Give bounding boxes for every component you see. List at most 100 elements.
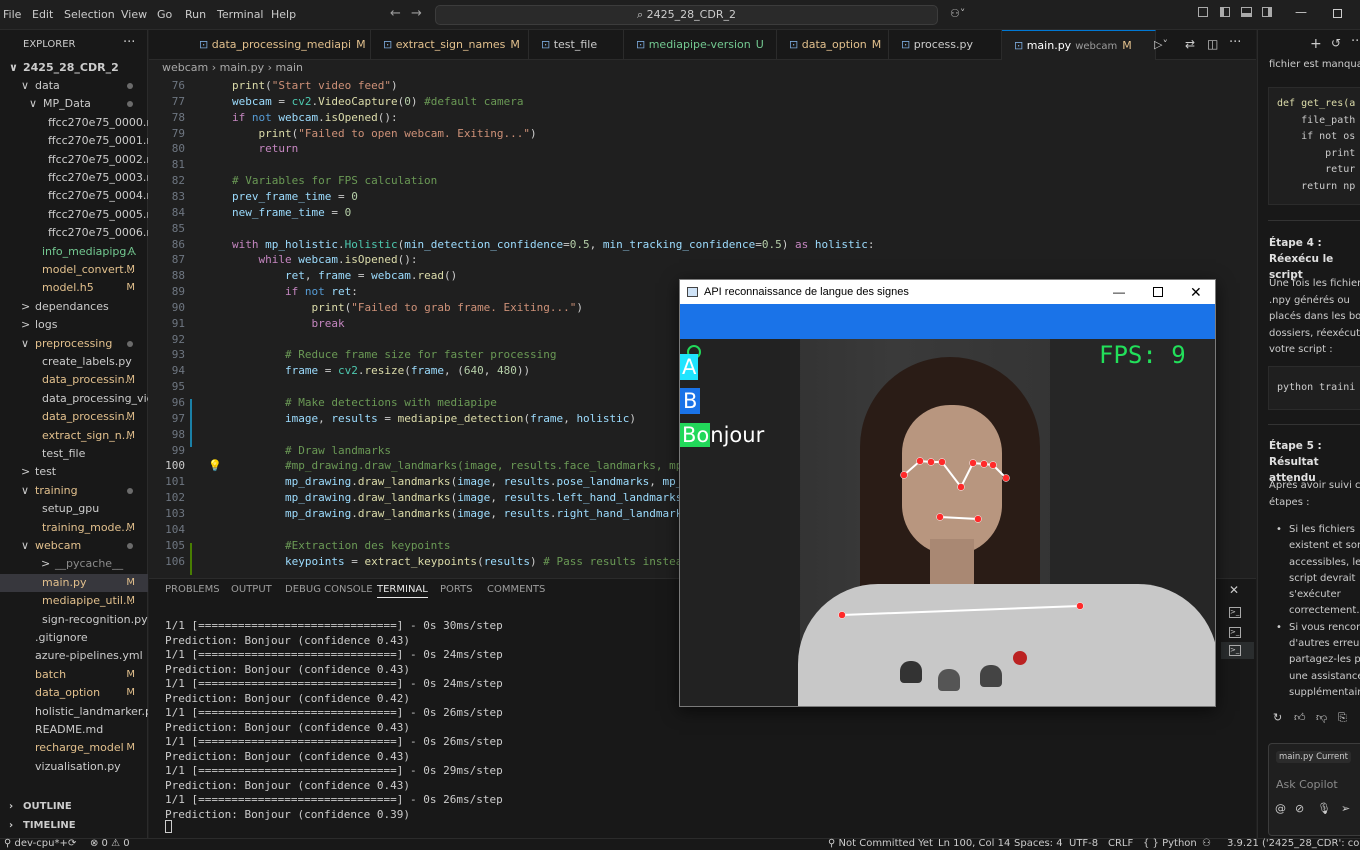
tree-item[interactable]: README.md [0,721,148,739]
tree-item[interactable]: ffcc270e75_0006.n... [0,224,148,242]
tree-item[interactable]: model_convert... M [0,261,148,279]
tree-item[interactable]: ffcc270e75_0005.n... [0,206,148,224]
thumbs-up-icon[interactable]: 👍︎ [1294,711,1306,724]
code-line[interactable]: return [232,142,299,155]
code-line[interactable]: webcam = cv2.VideoCapture(0) #default ca… [232,95,523,108]
code-line[interactable]: # Reduce frame size for faster processin… [232,348,557,361]
code-line[interactable]: break [232,317,344,330]
restore-icon[interactable] [1333,9,1342,18]
editor-tab[interactable]: ⊡ extract_sign_names M [371,30,529,60]
back-arrow-icon[interactable]: ← [390,6,401,21]
tree-item[interactable]: training_mode... M [0,519,148,537]
menu-edit[interactable]: Edit [32,8,53,21]
tree-item[interactable]: sign-recognition.py [0,611,148,629]
code-line[interactable]: mp_drawing.draw_landmarks(image, results… [232,507,696,520]
code-line[interactable]: mp_drawing.draw_landmarks(image, results… [232,475,696,488]
chat-input-box[interactable]: main.py Current Ask Copilot @ ⊘ 🎙︎ ➢ [1268,743,1360,836]
close-icon[interactable]: ✕ [1190,280,1202,304]
microphone-icon[interactable]: 🎙︎ [1317,802,1331,815]
terminal-instance-icon[interactable]: >_ [1229,627,1241,638]
tab-debug-console[interactable]: DEBUG CONSOLE [285,584,373,595]
close-panel-icon[interactable]: ✕ [1229,583,1239,597]
tab-comments[interactable]: COMMENTS [487,584,545,595]
split-editor-icon[interactable]: ◫ [1207,37,1218,51]
tree-item[interactable]: > logs [0,316,148,334]
menu-file[interactable]: File [3,8,21,21]
code-line[interactable]: frame = cv2.resize(frame, (640, 480)) [232,364,530,377]
tree-item[interactable]: ffcc270e75_0003.n... [0,169,148,187]
tree-item[interactable]: data_processing_vid... [0,390,148,408]
command-center-search[interactable]: ⌕ 2425_28_CDR_2 [435,5,938,25]
tree-item[interactable]: info_mediapipg... A [0,243,148,261]
code-line[interactable]: mp_drawing.draw_landmarks(image, results… [232,491,689,504]
tab-terminal[interactable]: TERMINAL [377,584,428,598]
tree-item[interactable]: ∨ webcam [0,537,148,555]
code-line[interactable]: print("Failed to grab frame. Exiting..."… [232,301,583,314]
code-line[interactable]: #Extraction des keypoints [232,539,451,552]
encoding[interactable]: UTF-8 [1069,838,1098,849]
minimize-icon[interactable]: — [1113,280,1125,304]
tree-item[interactable]: ∨ preprocessing [0,335,148,353]
tree-item[interactable]: batch M [0,666,148,684]
language-mode[interactable]: { } Python [1143,838,1197,849]
terminal-instance-icon[interactable]: >_ [1229,607,1241,618]
tree-item[interactable]: setup_gpu [0,500,148,518]
tree-item[interactable]: > __pycache__ [0,555,148,573]
problems-count[interactable]: ⊗ 0 ⚠ 0 [90,838,130,849]
editor-tab[interactable]: ⊡ main.py webcam M [1002,30,1156,60]
code-line[interactable]: # Variables for FPS calculation [232,174,437,187]
menu-view[interactable]: View [121,8,147,21]
tree-item[interactable]: extract_sign_n... M [0,427,148,445]
terminal-instance-icon[interactable]: >_ [1229,645,1241,656]
tree-item[interactable]: holistic_landmarker.py [0,703,148,721]
copilot-status-icon[interactable]: ⚇ [1202,838,1211,849]
cursor-position[interactable]: Ln 100, Col 14 [938,838,1010,849]
compare-icon[interactable]: ⇄ [1185,37,1195,51]
code-line[interactable]: # Draw landmarks [232,444,391,457]
breadcrumb-path[interactable]: webcam › main.py › main [162,61,303,74]
code-line[interactable]: print("Start video feed") [232,79,398,92]
editor-tab[interactable]: ⊡ data_option M [777,30,889,60]
code-line[interactable]: new_frame_time = 0 [232,206,351,219]
tree-item[interactable]: recharge_model M [0,739,148,757]
code-line[interactable]: prev_frame_time = 0 [232,190,358,203]
tree-item[interactable]: vizualisation.py [0,758,148,776]
editor-tab[interactable]: ⊡ test_file [529,30,624,60]
tree-item[interactable]: ∨ data [0,77,148,95]
editor-tab[interactable]: ⊡ data_processing_mediapi M [187,30,371,60]
minimize-icon[interactable]: — [1295,5,1307,19]
menu-go[interactable]: Go [157,8,172,21]
timeline-section[interactable]: › TIMELINE [0,817,148,835]
code-line[interactable]: keypoints = extract_keypoints(results) #… [232,555,689,568]
tree-item[interactable]: ffcc270e75_0000.n... [0,114,148,132]
editor-tab[interactable]: ⊡ process.py [889,30,1002,60]
copilot-icon[interactable]: ⚇˅ [950,7,965,20]
indentation[interactable]: Spaces: 4 [1014,838,1063,849]
tab-output[interactable]: OUTPUT [231,584,272,595]
code-line[interactable]: # Make detections with mediapipe [232,396,497,409]
chat-input-placeholder[interactable]: Ask Copilot [1276,778,1338,791]
lightbulb-icon[interactable]: 💡 [208,459,222,472]
tree-item[interactable]: ∨ training [0,482,148,500]
attach-icon[interactable]: ⊘ [1295,802,1304,815]
tree-item[interactable]: mediapipe_util... M [0,592,148,610]
toggle-secondary-sidebar-icon[interactable] [1262,7,1272,17]
menu-selection[interactable]: Selection [64,8,115,21]
send-icon[interactable]: ➢ [1341,802,1350,815]
toggle-sidebar-icon[interactable] [1220,7,1230,17]
tree-item[interactable]: data_option M [0,684,148,702]
forward-arrow-icon[interactable]: → [411,6,422,21]
project-root[interactable]: ∨ 2425_28_CDR_2 [0,59,148,77]
line-endings[interactable]: CRLF [1108,838,1133,849]
code-line[interactable]: print("Failed to open webcam. Exiting...… [232,127,537,140]
tab-ports[interactable]: PORTS [440,584,473,595]
code-line[interactable]: if not ret: [232,285,358,298]
tab-problems[interactable]: PROBLEMS [165,584,220,595]
tree-item[interactable]: azure-pipelines.yml [0,647,148,665]
more-actions-icon[interactable]: ··· [1351,34,1360,49]
layout-toggle-icon[interactable] [1198,7,1208,17]
tree-item[interactable]: ffcc270e75_0001.n... [0,132,148,150]
code-line[interactable]: while webcam.isOpened(): [232,253,418,266]
tree-item[interactable]: ∨ MP_Data [0,95,148,113]
sync-icon[interactable]: ⟳ [68,838,76,849]
